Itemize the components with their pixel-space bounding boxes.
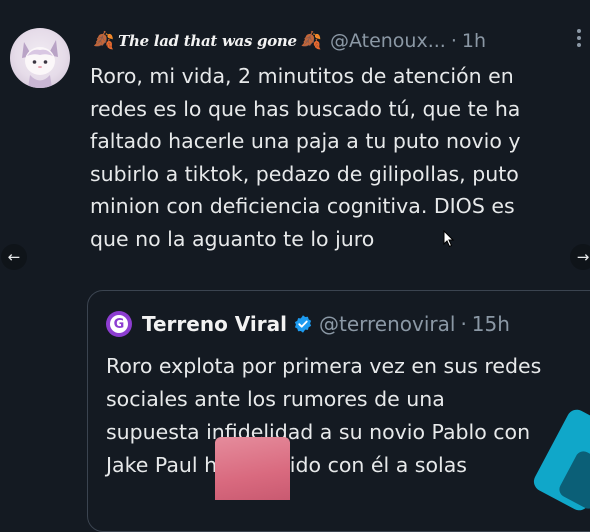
tweet-header: 🍂 The lad that was gone 🍂 @Atenoux... · … bbox=[93, 26, 486, 56]
separator-dot: · bbox=[460, 312, 467, 336]
quoted-author-handle[interactable]: @terrenoviral bbox=[319, 312, 455, 336]
tweet-text-line: minion con deficiencia cognitiva. DIOS e… bbox=[90, 194, 515, 219]
tweet-timestamp[interactable]: 1h bbox=[462, 30, 486, 52]
author-avatar[interactable] bbox=[10, 28, 70, 88]
quoted-text-line: Jake Paul he dormido con él a solas bbox=[106, 453, 467, 477]
video-overlay-figure bbox=[215, 437, 290, 500]
tweet-text-line: que no la aguanto te lo juro bbox=[90, 226, 375, 251]
quoted-tweet-header: G Terreno Viral @terrenoviral · 15h bbox=[106, 311, 510, 337]
quoted-text-line: supuesta infidelidad a su novio Pablo co… bbox=[106, 420, 531, 444]
separator-dot: · bbox=[450, 30, 457, 52]
more-options-icon[interactable] bbox=[576, 28, 582, 53]
maple-leaf-icon: 🍂 bbox=[300, 31, 322, 51]
quoted-text-line: sociales ante los rumores de una bbox=[106, 387, 445, 411]
tweet[interactable]: 🍂 The lad that was gone 🍂 @Atenoux... · … bbox=[0, 0, 590, 532]
tweet-text-line: faltado hacerle una paja a tu puto novio… bbox=[90, 129, 521, 154]
quoted-avatar-letter: G bbox=[110, 315, 128, 333]
arrow-left-icon: ← bbox=[7, 248, 21, 266]
tweet-text-line: subirlo a tiktok, pedazo de gilipollas, … bbox=[90, 161, 519, 186]
tweet-text-line: redes es lo que has buscado tú, que te h… bbox=[90, 96, 521, 121]
author-handle[interactable]: @Atenoux... bbox=[330, 30, 446, 52]
quoted-author-avatar[interactable]: G bbox=[106, 311, 132, 337]
tweet-text: Roro, mi vida, 2 minutitos de atención e… bbox=[90, 60, 560, 256]
next-arrow-button[interactable]: → bbox=[570, 244, 590, 270]
mouse-cursor-icon bbox=[443, 230, 455, 248]
quoted-author-name[interactable]: Terreno Viral bbox=[142, 312, 287, 336]
previous-arrow-button[interactable]: ← bbox=[1, 244, 27, 270]
quoted-tweet[interactable]: G Terreno Viral @terrenoviral · 15h Roro… bbox=[87, 290, 590, 532]
quoted-tweet-text: Roro explota por primera vez en sus rede… bbox=[106, 350, 586, 482]
author-display-name[interactable]: The lad that was gone bbox=[118, 32, 297, 50]
quoted-tweet-timestamp[interactable]: 15h bbox=[472, 312, 510, 336]
verified-badge-icon bbox=[293, 314, 313, 334]
arrow-right-icon: → bbox=[576, 248, 590, 266]
avatar-illustration bbox=[22, 40, 58, 88]
maple-leaf-icon: 🍂 bbox=[93, 31, 115, 51]
quoted-text-line: Roro explota por primera vez en sus rede… bbox=[106, 354, 542, 378]
tweet-text-line: Roro, mi vida, 2 minutitos de atención e… bbox=[90, 64, 514, 88]
vertical-dots-icon bbox=[577, 29, 581, 47]
